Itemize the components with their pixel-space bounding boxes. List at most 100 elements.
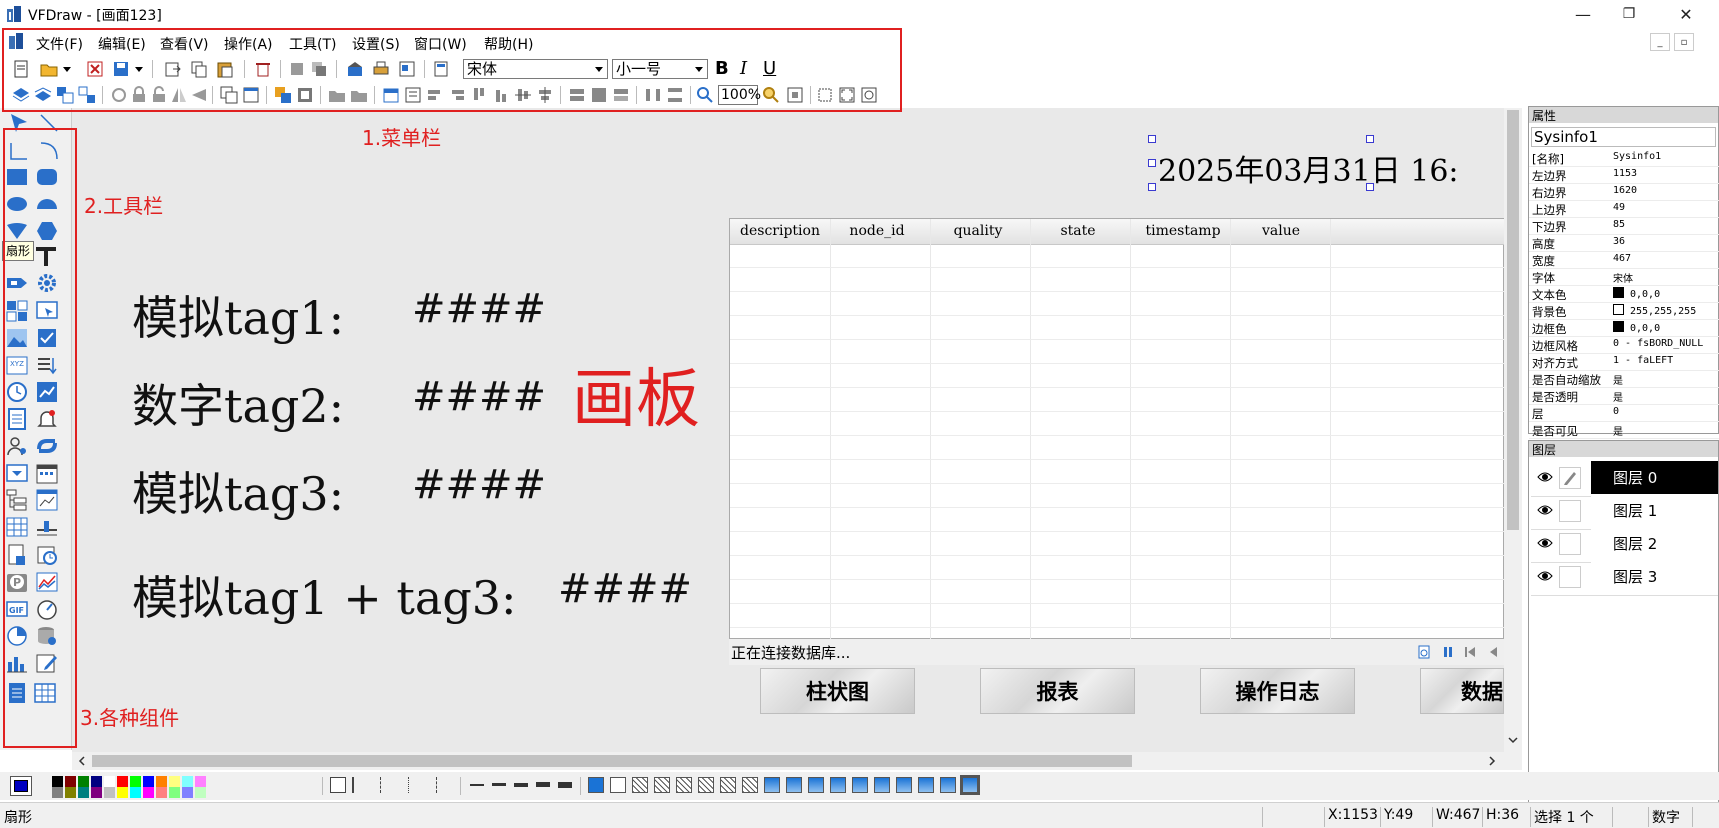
line-width-5[interactable] — [558, 782, 572, 788]
layer-edit-toggle[interactable] — [1559, 533, 1581, 555]
line-width-3[interactable] — [514, 783, 528, 787]
color-swatch[interactable] — [104, 776, 115, 787]
line-width-2[interactable] — [492, 783, 506, 786]
color-swatch[interactable] — [156, 787, 167, 798]
prev-page-icon[interactable] — [1485, 645, 1499, 659]
chevron-down-icon[interactable] — [1507, 734, 1519, 746]
color-swatch[interactable] — [195, 787, 206, 798]
color-swatch[interactable] — [143, 776, 154, 787]
fill-pattern-swatch[interactable] — [918, 777, 934, 793]
label-digital-tag2[interactable]: 数字tag2: — [132, 370, 344, 436]
property-row[interactable]: 高度 36 — [1529, 235, 1719, 252]
property-row[interactable]: 是否自动缩放 是 — [1529, 371, 1719, 388]
sysinfo-datetime[interactable]: 2025年03月31日 16: — [1158, 146, 1459, 190]
fill-pattern-swatch[interactable] — [632, 777, 648, 793]
property-value[interactable]: 宋体 — [1613, 270, 1719, 285]
property-row[interactable]: 是否可见 是 — [1529, 422, 1719, 439]
data-nav-button[interactable]: 数据 — [1420, 668, 1504, 714]
current-color[interactable] — [10, 776, 32, 796]
line-dash-style[interactable] — [380, 777, 396, 793]
property-row[interactable]: 层0 — [1529, 405, 1719, 422]
fill-pattern-swatch[interactable] — [676, 777, 692, 793]
property-value[interactable]: 0,0,0 — [1613, 287, 1719, 300]
line-width-4[interactable] — [536, 782, 550, 787]
horizontal-scroll-thumb[interactable] — [92, 755, 1132, 767]
properties-object-name[interactable]: Sysinfo1 — [1531, 127, 1716, 147]
property-row[interactable]: 上边界 49 — [1529, 201, 1719, 218]
label-analog-tag1[interactable]: 模拟tag1: — [132, 282, 344, 348]
property-value[interactable]: Sysinfo1 — [1613, 151, 1719, 162]
color-swatch[interactable] — [117, 787, 128, 798]
color-swatch[interactable] — [117, 776, 128, 787]
fill-pattern-swatch[interactable] — [896, 777, 912, 793]
property-value[interactable]: 36 — [1613, 236, 1719, 247]
fill-pattern-swatch[interactable] — [808, 777, 824, 793]
eye-icon[interactable] — [1537, 471, 1553, 483]
selection-handle[interactable] — [1148, 135, 1156, 143]
chevron-left-icon[interactable] — [76, 755, 88, 767]
value-analog-tag3[interactable]: #### — [412, 462, 546, 508]
property-row[interactable]: 文本色 0,0,0 — [1529, 286, 1719, 303]
color-swatch[interactable] — [65, 776, 76, 787]
fill-pattern-swatch[interactable] — [960, 775, 980, 795]
fill-pattern-swatch[interactable] — [654, 777, 670, 793]
restore-button[interactable]: ❐ — [1606, 0, 1652, 28]
fill-pattern-swatch[interactable] — [610, 777, 626, 793]
property-value[interactable]: 1153 — [1613, 168, 1719, 179]
property-value[interactable]: 0,0,0 — [1613, 321, 1719, 334]
fill-pattern-swatch[interactable] — [720, 777, 736, 793]
property-row[interactable]: 宽度 467 — [1529, 252, 1719, 269]
column-description[interactable]: description — [735, 223, 825, 239]
line-solid-style[interactable] — [352, 777, 368, 793]
mdi-restore-button[interactable]: ▫ — [1674, 33, 1694, 51]
operation-log-nav-button[interactable]: 操作日志 — [1200, 668, 1355, 714]
property-row[interactable]: 对齐方式 1 - faLEFT — [1529, 354, 1719, 371]
eye-icon[interactable] — [1537, 570, 1553, 582]
fill-pattern-swatch[interactable] — [764, 777, 780, 793]
minimize-button[interactable]: — — [1560, 0, 1606, 28]
color-swatch[interactable] — [156, 776, 167, 787]
column-timestamp[interactable]: timestamp — [1133, 223, 1233, 239]
color-swatch[interactable] — [91, 787, 102, 798]
color-swatch[interactable] — [52, 787, 63, 798]
layer-row[interactable]: 图层 2 — [1531, 527, 1718, 563]
fill-pattern-swatch[interactable] — [830, 777, 846, 793]
color-swatch[interactable] — [182, 787, 193, 798]
report-nav-button[interactable]: 报表 — [980, 668, 1135, 714]
fill-pattern-swatch[interactable] — [698, 777, 714, 793]
color-swatch[interactable] — [195, 776, 206, 787]
layer-name[interactable]: 图层 2 — [1591, 527, 1718, 560]
column-value[interactable]: value — [1236, 223, 1326, 239]
selection-handle[interactable] — [1366, 183, 1374, 191]
label-analog-tag3[interactable]: 模拟tag3: — [132, 458, 344, 524]
property-row[interactable]: 边框风格 0 - fsBORD_NULL — [1529, 337, 1719, 354]
property-value[interactable]: 是 — [1613, 389, 1719, 404]
layer-edit-toggle[interactable] — [1559, 566, 1581, 588]
pause-icon[interactable] — [1441, 645, 1455, 659]
database-table[interactable]: description node_id quality state timest… — [729, 218, 1505, 640]
property-value[interactable]: 1 - faLEFT — [1613, 355, 1719, 366]
line-dashdot-style[interactable] — [436, 777, 452, 793]
value-analog-tag1[interactable]: #### — [412, 286, 546, 332]
fill-pattern-swatch[interactable] — [874, 777, 890, 793]
property-row[interactable]: 下边界 85 — [1529, 218, 1719, 235]
property-row[interactable]: 右边界 1620 — [1529, 184, 1719, 201]
property-row[interactable]: 字体 宋体 — [1529, 269, 1719, 286]
selection-handle[interactable] — [1148, 183, 1156, 191]
layer-edit-toggle[interactable] — [1559, 467, 1581, 489]
layer-name[interactable]: 图层 1 — [1591, 494, 1718, 527]
color-swatch[interactable] — [104, 787, 115, 798]
property-value[interactable]: 1620 — [1613, 185, 1719, 196]
layer-row[interactable]: 图层 1 — [1531, 494, 1718, 530]
color-swatch[interactable] — [169, 787, 180, 798]
color-swatch[interactable] — [91, 776, 102, 787]
layer-row[interactable]: 图层 3 — [1531, 560, 1718, 596]
value-digital-tag2[interactable]: #### — [412, 374, 546, 420]
property-value[interactable]: 是 — [1613, 423, 1719, 438]
layer-edit-toggle[interactable] — [1559, 500, 1581, 522]
color-swatch[interactable] — [52, 776, 63, 787]
property-row[interactable]: [名称] Sysinfo1 — [1529, 150, 1719, 167]
color-swatch[interactable] — [182, 776, 193, 787]
property-value[interactable]: 85 — [1613, 219, 1719, 230]
property-row[interactable]: 背景色 255,255,255 — [1529, 303, 1719, 320]
